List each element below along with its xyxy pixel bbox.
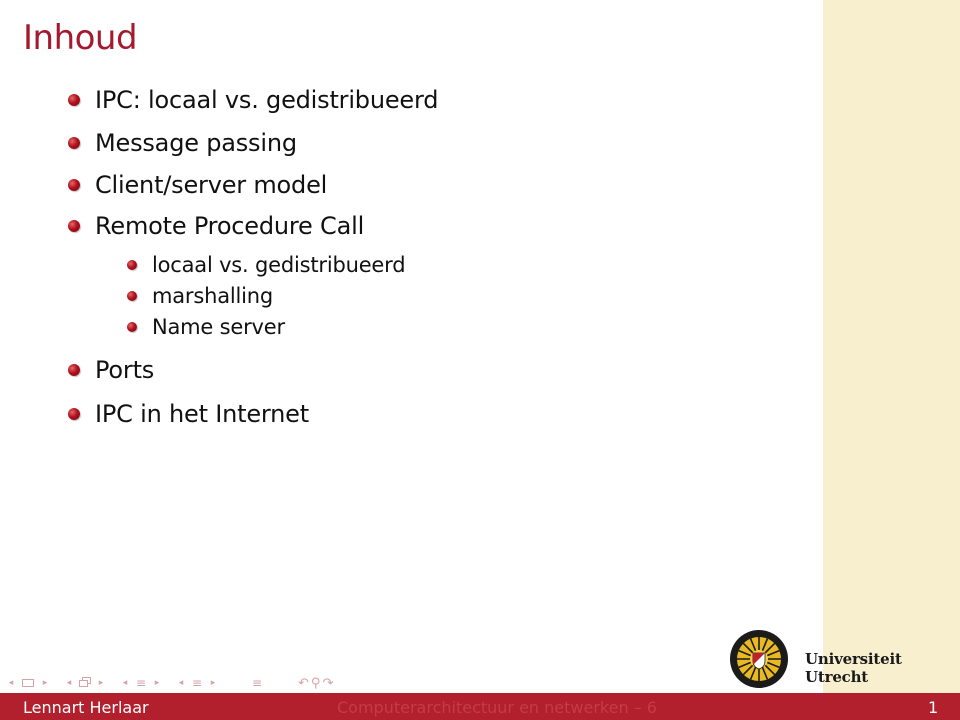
next-slide-icon[interactable]: ▸ [40, 675, 50, 691]
university-name: Universiteit Utrecht [805, 650, 902, 686]
outline-subitem: Name server [127, 315, 285, 339]
outline-item: IPC in het Internet [68, 400, 309, 428]
slide-frame-icon[interactable] [16, 675, 40, 691]
outline-item: Message passing [68, 129, 297, 157]
beamer-navigation-bar: ◂ ▸ ◂ ▸ ◂ ≡ ▸ ◂ ≡ ▸ ≡ ↶ ⚲ ↷ [6, 675, 334, 691]
outline-subitem-label: marshalling [152, 284, 274, 308]
outline-item: Remote Procedure Call [68, 212, 364, 240]
section-icon[interactable]: ≡ [190, 675, 204, 691]
bullet-icon [68, 137, 80, 149]
outline-item: Ports [68, 356, 154, 384]
slide-title: Inhoud [23, 18, 138, 58]
bullet-icon [68, 364, 80, 376]
document-icon[interactable]: ≡ [250, 675, 264, 691]
page-number: 1 [928, 698, 939, 717]
bullet-icon [127, 322, 137, 332]
next-frame-icon[interactable]: ▸ [96, 675, 106, 691]
outline-item-label: IPC in het Internet [95, 400, 309, 428]
next-section-icon[interactable]: ▸ [208, 675, 218, 691]
bullet-icon [68, 94, 80, 106]
bullet-icon [127, 291, 137, 301]
outline-item-label: Ports [95, 356, 155, 384]
sidebar-panel [823, 0, 960, 693]
outline-item-label: IPC: locaal vs. gedistribueerd [95, 86, 439, 114]
prev-frame-icon[interactable]: ◂ [64, 675, 74, 691]
outline-subitem: marshalling [127, 284, 273, 308]
outline-item: IPC: locaal vs. gedistribueerd [68, 86, 438, 114]
subsection-icon[interactable]: ≡ [134, 675, 148, 691]
frame-stack-icon[interactable] [78, 675, 92, 691]
outline-subitem-label: Name server [152, 315, 285, 339]
bullet-icon [68, 179, 80, 191]
outline-item-label: Client/server model [95, 171, 328, 199]
outline-subitem: locaal vs. gedistribueerd [127, 253, 406, 277]
bullet-icon [68, 220, 80, 232]
prev-section-icon[interactable]: ◂ [176, 675, 186, 691]
bullet-icon [68, 408, 80, 420]
prev-subsection-icon[interactable]: ◂ [120, 675, 130, 691]
undo-icon[interactable]: ↶ [298, 675, 309, 691]
bullet-icon [127, 260, 137, 270]
search-icon[interactable]: ⚲ [311, 675, 321, 691]
next-subsection-icon[interactable]: ▸ [152, 675, 162, 691]
outline-item-label: Message passing [95, 129, 297, 157]
university-seal-logo [730, 630, 788, 688]
prev-slide-icon[interactable]: ◂ [6, 675, 16, 691]
outline-subitem-label: locaal vs. gedistribueerd [152, 253, 406, 277]
footer-bar: Lennart Herlaar Computerarchitectuur en … [0, 693, 960, 720]
outline-item: Client/server model [68, 171, 327, 199]
outline-item-label: Remote Procedure Call [95, 212, 365, 240]
redo-icon[interactable]: ↷ [322, 675, 333, 691]
footer-author: Lennart Herlaar [23, 698, 149, 717]
footer-course-title: Computerarchitectuur en netwerken – 6 [337, 698, 657, 717]
